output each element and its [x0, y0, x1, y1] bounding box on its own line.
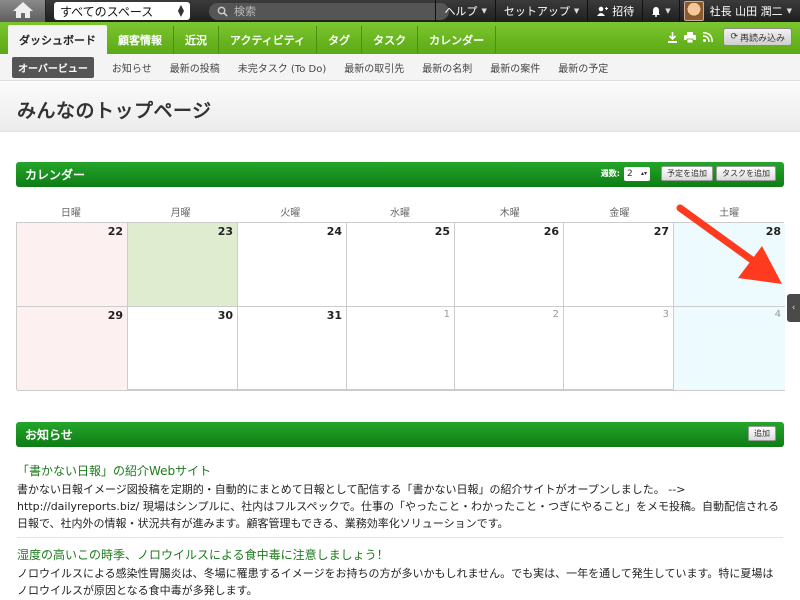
help-menu[interactable]: ヘルプ ▼	[435, 0, 494, 22]
subnav-latest-accounts[interactable]: 最新の取引先	[344, 60, 404, 75]
add-event-button[interactable]: 予定を追加	[661, 166, 713, 181]
chevron-down-icon: ▼	[665, 7, 671, 15]
help-menu-label: ヘルプ	[444, 5, 478, 18]
search-input[interactable]: 検索	[209, 2, 449, 20]
rss-icon[interactable]	[701, 30, 715, 44]
calendar-day[interactable]: 29	[17, 307, 128, 391]
user-name: 社長 山田 潤二	[709, 5, 783, 18]
add-task-button[interactable]: タスクを追加	[716, 166, 776, 181]
top-bar: すべてのスペース ▲ ▼ 検索 ヘルプ ▼ セットアップ ▼ 招待 ▼ 社長 山田 潤…	[0, 0, 800, 22]
tab-tools: ⟳ 再読み込み	[665, 28, 792, 46]
tab-calendar[interactable]: カレンダー	[418, 26, 497, 54]
search-icon	[217, 6, 228, 17]
tab-tags[interactable]: タグ	[317, 26, 363, 54]
tab-activity[interactable]: アクティビティ	[219, 26, 318, 54]
calendar-tools: 週数: 2 ▴▾ 予定を追加 タスクを追加	[601, 166, 776, 181]
calendar-grid: 22 23 24 25 26 27 28 29 30 31 1 2 3 4	[16, 222, 785, 391]
calendar-day[interactable]: 24	[238, 223, 347, 307]
main-tab-bar: ダッシュボード 顧客情報 近況 アクティビティ タグ タスク カレンダー ⟳ 再…	[0, 22, 800, 54]
weekday-fri: 金曜	[609, 208, 630, 219]
invite-label: 招待	[612, 5, 635, 18]
chevron-left-icon: ‹	[791, 303, 796, 313]
news-item: 湿度の高いこの時季、ノロウイルスによる食中毒に注意しましょう！ ノロウイルスによ…	[17, 546, 783, 599]
calendar-day-today[interactable]: 23	[128, 223, 238, 307]
tab-tasks[interactable]: タスク	[362, 26, 419, 54]
print-icon[interactable]	[683, 30, 697, 44]
page-title: みんなのトップページ	[17, 100, 212, 122]
search-placeholder: 検索	[234, 5, 256, 18]
tab-dashboard[interactable]: ダッシュボード	[8, 25, 107, 54]
space-select-value: すべてのスペース	[60, 4, 154, 19]
title-bar: みんなのトップページ	[0, 82, 800, 132]
chevron-down-icon: ▼	[481, 7, 487, 15]
calendar-day-next-month[interactable]: 3	[564, 307, 674, 391]
select-arrows-icon: ▲ ▼	[177, 3, 184, 18]
subnav-latest-cards[interactable]: 最新の名刺	[422, 60, 472, 75]
sub-nav: オーバービュー お知らせ 最新の投稿 未完タスク (To Do) 最新の取引先 …	[0, 54, 800, 81]
calendar-day[interactable]: 26	[455, 223, 564, 307]
calendar-day-next-month[interactable]: 4	[674, 307, 785, 391]
top-menu: ヘルプ ▼ セットアップ ▼ 招待 ▼ 社長 山田 潤二 ▼	[435, 0, 800, 22]
news-item: 「書かない日報」の紹介Webサイト 書かない日報イメージ図投稿を定期的・自動的に…	[17, 462, 783, 532]
avatar	[683, 1, 704, 21]
news-item-title[interactable]: 湿度の高いこの時季、ノロウイルスによる食中毒に注意しましょう！	[17, 546, 783, 563]
refresh-icon: ⟳	[730, 32, 738, 42]
add-news-button[interactable]: 追加	[748, 426, 776, 441]
news-item-title[interactable]: 「書かない日報」の紹介Webサイト	[17, 462, 783, 479]
news-header: お知らせ 追加	[16, 422, 784, 447]
news-item-body: ノロウイルスによる感染性胃腸炎は、冬場に罹患するイメージをお持ちの方が多いかもし…	[17, 567, 774, 597]
weeks-value: 2	[627, 168, 633, 179]
subnav-latest-events[interactable]: 最新の予定	[558, 60, 608, 75]
calendar-day-next-month[interactable]: 2	[455, 307, 564, 391]
weeks-select[interactable]: 2 ▴▾	[624, 166, 650, 181]
invite-button[interactable]: 招待	[587, 0, 642, 22]
tab-recent[interactable]: 近況	[174, 26, 219, 54]
calendar-weekday-header: 日曜 月曜 火曜 水曜 木曜 金曜 土曜	[16, 204, 784, 220]
calendar-day[interactable]: 27	[564, 223, 674, 307]
news-item-body: 書かない日報イメージ図投稿を定期的・自動的にまとめて日報として配信する「書かない…	[17, 483, 780, 530]
subnav-todo[interactable]: 未完タスク (To Do)	[238, 60, 327, 75]
user-menu[interactable]: 社長 山田 潤二 ▼	[678, 0, 800, 22]
select-arrows-icon: ▴▾	[640, 170, 647, 177]
subnav-overview[interactable]: オーバービュー	[12, 56, 94, 78]
add-user-icon	[597, 6, 609, 16]
home-icon	[12, 1, 34, 22]
calendar-day-next-month[interactable]: 1	[347, 307, 455, 391]
weekday-mon: 月曜	[170, 208, 191, 219]
calendar-title: カレンダー	[25, 168, 86, 182]
subnav-latest-posts[interactable]: 最新の投稿	[170, 60, 220, 75]
setup-menu[interactable]: セットアップ ▼	[494, 0, 587, 22]
calendar-header: カレンダー 週数: 2 ▴▾ 予定を追加 タスクを追加	[16, 162, 784, 187]
reload-button[interactable]: ⟳ 再読み込み	[723, 28, 792, 46]
download-icon[interactable]	[665, 30, 679, 44]
tab-customers[interactable]: 顧客情報	[107, 26, 174, 54]
bell-icon	[652, 6, 661, 17]
subnav-latest-deals[interactable]: 最新の案件	[490, 60, 540, 75]
calendar-day[interactable]: 25	[347, 223, 455, 307]
weekday-tue: 火曜	[280, 208, 301, 219]
calendar-day[interactable]: 22	[17, 223, 128, 307]
news-title: お知らせ	[25, 428, 73, 442]
divider	[17, 537, 783, 538]
chevron-down-icon: ▼	[573, 7, 580, 15]
calendar-day[interactable]: 31	[238, 307, 347, 391]
reload-label: 再読み込み	[739, 33, 785, 44]
notification-menu[interactable]: ▼	[642, 0, 678, 22]
space-select[interactable]: すべてのスペース ▲ ▼	[54, 2, 190, 20]
weekday-sun: 日曜	[60, 208, 81, 219]
home-button[interactable]	[0, 0, 46, 22]
chevron-down-icon: ▼	[786, 7, 792, 15]
weekday-thu: 木曜	[499, 208, 520, 219]
weekday-wed: 水曜	[389, 208, 410, 219]
weeks-label: 週数:	[600, 169, 620, 178]
side-panel-toggle[interactable]: ‹	[787, 294, 800, 322]
calendar-day[interactable]: 30	[128, 307, 238, 391]
subnav-notices[interactable]: お知らせ	[112, 60, 152, 75]
annotation-arrow-icon	[676, 204, 782, 284]
setup-menu-label: セットアップ	[503, 5, 570, 18]
news-tools: 追加	[745, 426, 776, 441]
